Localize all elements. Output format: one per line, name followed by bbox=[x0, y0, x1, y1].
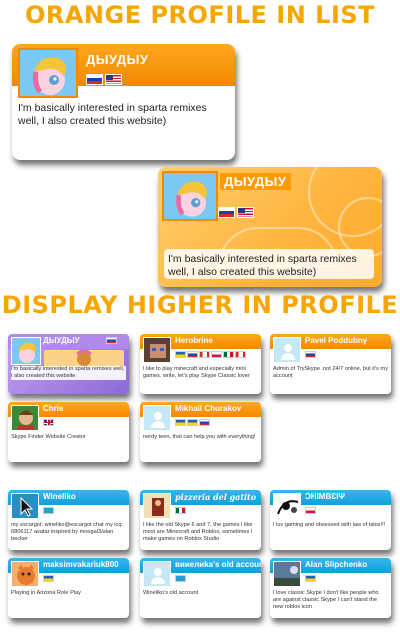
avatar bbox=[11, 493, 39, 519]
profile-name: ДЫУДЫУ bbox=[220, 173, 291, 190]
avatar bbox=[11, 561, 39, 587]
card-bio: I'm basically interested in sparta remix… bbox=[11, 366, 126, 380]
card-name: Chris bbox=[43, 404, 64, 413]
card-bio: my escargot: wineliko@escargot chat my i… bbox=[11, 522, 124, 542]
profile-flags bbox=[218, 207, 254, 218]
profile-avatar[interactable] bbox=[18, 48, 78, 98]
card-bio: I like to play minecraft and especially … bbox=[143, 366, 250, 379]
card-bio: Skype Finder Website Creator bbox=[11, 434, 86, 440]
profile-card-highlight[interactable]: ДЫУДЫУ I'm basically interested in spart… bbox=[158, 167, 382, 287]
profile-name: ДЫУДЫУ bbox=[86, 52, 149, 67]
card-name: вииeлиka's old account bbox=[175, 560, 261, 569]
card-flags bbox=[43, 575, 54, 582]
default-avatar-icon bbox=[143, 561, 171, 587]
profile-bio: I'm basically interested in sparta remix… bbox=[18, 102, 230, 128]
profile-flags bbox=[86, 74, 122, 85]
russia-flag-icon bbox=[86, 74, 103, 85]
card-name: Mikhail Churakov bbox=[175, 404, 242, 413]
card-name: Wineliko bbox=[43, 492, 76, 501]
card-flags bbox=[43, 507, 54, 514]
user-card[interactable]: ДЫУДЫУ I'm basically interested in spart… bbox=[8, 334, 129, 394]
kazakhstan-flag-icon bbox=[43, 507, 54, 514]
card-name: pizzeria del gatito bbox=[175, 492, 257, 502]
kazakhstan-flag-icon bbox=[175, 575, 186, 582]
avatar bbox=[143, 493, 171, 519]
profile-avatar[interactable] bbox=[162, 171, 218, 221]
user-card[interactable]: Pavel Poddubny Admin of TrySkype .not 24… bbox=[270, 334, 391, 394]
uk-flag-icon bbox=[43, 419, 54, 426]
user-card[interactable]: pizzeria del gatito I like the old Skype… bbox=[140, 490, 261, 550]
avatar bbox=[11, 337, 41, 365]
canada-flag-icon bbox=[199, 351, 210, 358]
card-flags bbox=[175, 419, 210, 426]
avatar bbox=[143, 337, 171, 363]
usa-flag-icon bbox=[105, 74, 122, 85]
default-avatar-icon bbox=[273, 337, 301, 363]
card-flags bbox=[175, 351, 246, 358]
ukraine-flag-icon bbox=[175, 351, 186, 358]
card-name: Pavel Poddubny bbox=[305, 336, 368, 345]
poland-flag-icon bbox=[211, 351, 222, 358]
card-name: ДЫУДЫУ bbox=[43, 336, 80, 345]
card-flags bbox=[175, 575, 186, 582]
card-bio: Admin of TrySkype .not 24/7 online, but … bbox=[273, 366, 388, 379]
card-bio: I like the old Skype 6 and 7, the games … bbox=[143, 522, 253, 542]
user-card[interactable]: вииeлиka's old account Wineliko's old ac… bbox=[140, 558, 261, 618]
avatar bbox=[273, 561, 301, 587]
profile-bio: I'm basically interested in sparta remix… bbox=[168, 253, 374, 279]
card-name: Alan Slipchenko bbox=[305, 560, 368, 569]
russia-flag-icon bbox=[187, 351, 198, 358]
ukraine-flag-icon bbox=[305, 575, 316, 582]
card-flags bbox=[305, 507, 316, 514]
card-flags bbox=[175, 507, 186, 514]
user-card[interactable]: Wineliko my escargot: wineliko@escargot … bbox=[8, 490, 129, 550]
user-card[interactable]: ƆHIMBƐIΨ I luv gaming and obsessed with … bbox=[270, 490, 391, 550]
card-bio: Playing in Arizona Role Play bbox=[11, 590, 81, 596]
user-card[interactable]: Chris Skype Finder Website Creator bbox=[8, 402, 129, 462]
card-bio: Wineliko's old account bbox=[143, 590, 199, 596]
mexico-flag-icon bbox=[175, 507, 186, 514]
ukraine-flag-icon bbox=[175, 419, 186, 426]
russia-flag-icon bbox=[218, 207, 235, 218]
user-card[interactable]: Mikhail Churakov nerdy teen, that can he… bbox=[140, 402, 261, 462]
bio-line: well, I also created this website) bbox=[18, 115, 167, 127]
russia-flag-icon bbox=[199, 419, 210, 426]
card-name: ƆHIMBƐIΨ bbox=[305, 492, 345, 501]
card-bio: I luv gaming and obsessed with law of ta… bbox=[273, 522, 386, 528]
card-flags bbox=[106, 337, 117, 344]
user-card[interactable]: maksimvakariuk800 Playing in Arizona Rol… bbox=[8, 558, 129, 618]
mexico-flag-icon bbox=[223, 351, 234, 358]
canada-flag-icon bbox=[235, 351, 246, 358]
card-flags bbox=[43, 419, 54, 426]
default-avatar-icon bbox=[143, 405, 171, 431]
card-name: Herobrine bbox=[175, 336, 213, 345]
ukraine-flag-icon bbox=[187, 419, 198, 426]
avatar bbox=[11, 405, 39, 431]
heading-orange-profile-in-list: ORANGE PROFILE IN LIST bbox=[24, 1, 376, 29]
russia-flag-icon bbox=[305, 351, 316, 358]
card-flags bbox=[305, 351, 316, 358]
russia-flag-icon bbox=[106, 337, 117, 344]
poland-flag-icon bbox=[305, 507, 316, 514]
bio-line: I'm basically interested in sparta remix… bbox=[18, 102, 207, 114]
heading-display-higher-in-profile: DISPLAY HIGHER IN PROFILE bbox=[1, 291, 399, 319]
user-card[interactable]: Herobrine I like to play minecraft and e… bbox=[140, 334, 261, 394]
card-flags bbox=[305, 575, 316, 582]
usa-flag-icon bbox=[237, 207, 254, 218]
bio-line: I'm basically interested in sparta remix… bbox=[168, 253, 357, 265]
card-bio: I love classic Skype I don't like people… bbox=[273, 590, 379, 610]
ukraine-flag-icon bbox=[43, 575, 54, 582]
bio-line: well, I also created this website) bbox=[168, 266, 317, 278]
card-name: maksimvakariuk800 bbox=[43, 560, 119, 569]
card-bio: nerdy teen, that can help you with every… bbox=[143, 434, 256, 440]
user-card[interactable]: Alan Slipchenko I love classic Skype I d… bbox=[270, 558, 391, 618]
avatar bbox=[273, 493, 301, 519]
profile-card-list[interactable]: ДЫУДЫУ I'm basically interested in spart… bbox=[12, 44, 235, 160]
